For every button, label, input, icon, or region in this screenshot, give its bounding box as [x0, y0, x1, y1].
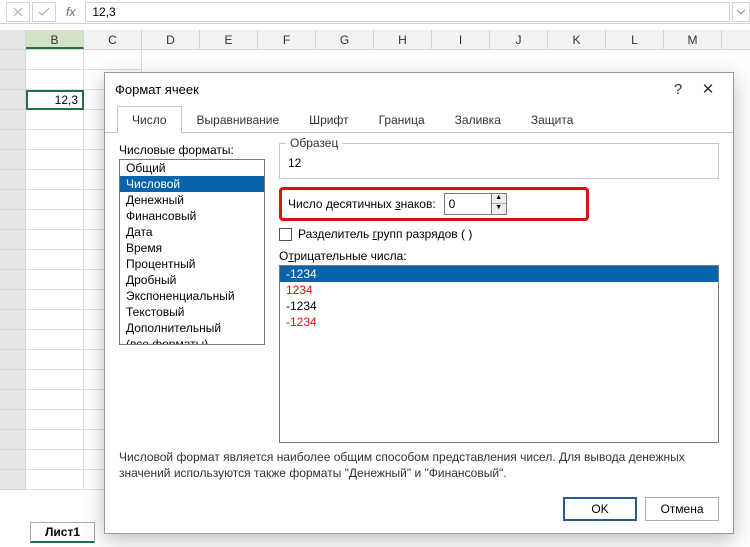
nf-currency[interactable]: Денежный — [120, 192, 264, 208]
formula-confirm-button[interactable] — [32, 2, 56, 22]
col-header-F[interactable]: F — [258, 30, 316, 49]
tab-alignment[interactable]: Выравнивание — [182, 106, 295, 133]
sample-value: 12 — [288, 156, 710, 170]
formula-cancel-button[interactable] — [6, 2, 30, 22]
nf-custom[interactable]: (все форматы) — [120, 336, 264, 345]
nf-date[interactable]: Дата — [120, 224, 264, 240]
col-header-G[interactable]: G — [316, 30, 374, 49]
dialog-buttons: OK Отмена — [105, 489, 733, 533]
tab-protection[interactable]: Защита — [516, 106, 589, 133]
decimal-places-input[interactable] — [445, 194, 491, 214]
neg-item-3[interactable]: -1234 — [280, 298, 718, 314]
dialog-titlebar[interactable]: Формат ячеек ? ✕ — [105, 73, 733, 105]
decimal-places-label: Число десятичных знаков: — [288, 197, 436, 211]
col-header-J[interactable]: J — [490, 30, 548, 49]
tab-border[interactable]: Граница — [364, 106, 440, 133]
col-header-H[interactable]: H — [374, 30, 432, 49]
tab-fill[interactable]: Заливка — [440, 106, 516, 133]
thousands-separator-label: Разделитель групп разрядов ( ) — [298, 227, 472, 241]
col-header-L[interactable]: L — [606, 30, 664, 49]
col-header-C[interactable]: C — [84, 30, 142, 49]
dialog-tabs: Число Выравнивание Шрифт Граница Заливка… — [105, 105, 733, 133]
nf-time[interactable]: Время — [120, 240, 264, 256]
help-button[interactable]: ? — [663, 75, 693, 103]
close-button[interactable]: ✕ — [693, 75, 723, 103]
cancel-button[interactable]: Отмена — [645, 497, 719, 521]
thousands-separator-checkbox[interactable] — [279, 228, 292, 241]
col-header-B[interactable]: B — [26, 30, 84, 49]
formula-input[interactable]: 12,3 — [85, 2, 730, 22]
sample-label: Образец — [286, 136, 342, 150]
format-cells-dialog: Формат ячеек ? ✕ Число Выравнивание Шриф… — [104, 72, 734, 534]
sheet-tabs: Лист1 — [30, 521, 95, 543]
col-header-E[interactable]: E — [200, 30, 258, 49]
nf-scientific[interactable]: Экспоненциальный — [120, 288, 264, 304]
ok-button[interactable]: OK — [563, 497, 637, 521]
col-header-M[interactable]: M — [664, 30, 722, 49]
sample-box: Образец 12 — [279, 143, 719, 179]
number-formats-list[interactable]: Общий Числовой Денежный Финансовый Дата … — [119, 159, 265, 345]
thousands-separator-row[interactable]: Разделитель групп разрядов ( ) — [279, 227, 719, 241]
fx-label[interactable]: fx — [58, 5, 83, 19]
neg-item-2[interactable]: 1234 — [280, 282, 718, 298]
nf-general[interactable]: Общий — [120, 160, 264, 176]
format-description: Числовой формат является наиболее общим … — [105, 449, 733, 489]
tab-number[interactable]: Число — [117, 106, 182, 133]
nf-special[interactable]: Дополнительный — [120, 320, 264, 336]
number-formats-label: Числовые форматы: — [119, 143, 265, 157]
decimal-places-spinner[interactable]: ▲ ▼ — [444, 193, 507, 215]
spin-down-button[interactable]: ▼ — [492, 204, 506, 214]
nf-accounting[interactable]: Финансовый — [120, 208, 264, 224]
active-cell[interactable]: 12,3 — [26, 90, 84, 110]
decimal-places-row: Число десятичных знаков: ▲ ▼ — [279, 187, 589, 221]
negative-numbers-label: Отрицательные числа: — [279, 249, 719, 263]
col-header-K[interactable]: K — [548, 30, 606, 49]
spin-up-button[interactable]: ▲ — [492, 194, 506, 204]
column-headers: B C D E F G H I J K L M — [0, 30, 750, 50]
col-header-D[interactable]: D — [142, 30, 200, 49]
nf-number[interactable]: Числовой — [120, 176, 264, 192]
nf-percentage[interactable]: Процентный — [120, 256, 264, 272]
select-all-corner[interactable] — [0, 30, 26, 49]
neg-item-4[interactable]: -1234 — [280, 314, 718, 330]
col-header-I[interactable]: I — [432, 30, 490, 49]
dialog-title: Формат ячеек — [115, 82, 663, 97]
tab-font[interactable]: Шрифт — [294, 106, 363, 133]
neg-item-1[interactable]: -1234 — [280, 266, 718, 282]
formula-bar: fx 12,3 — [0, 0, 750, 24]
formula-expand-button[interactable] — [732, 2, 750, 22]
nf-fraction[interactable]: Дробный — [120, 272, 264, 288]
formula-value: 12,3 — [92, 5, 115, 19]
sheet-tab-1[interactable]: Лист1 — [30, 522, 95, 543]
nf-text[interactable]: Текстовый — [120, 304, 264, 320]
negative-numbers-list[interactable]: -1234 1234 -1234 -1234 — [279, 265, 719, 443]
